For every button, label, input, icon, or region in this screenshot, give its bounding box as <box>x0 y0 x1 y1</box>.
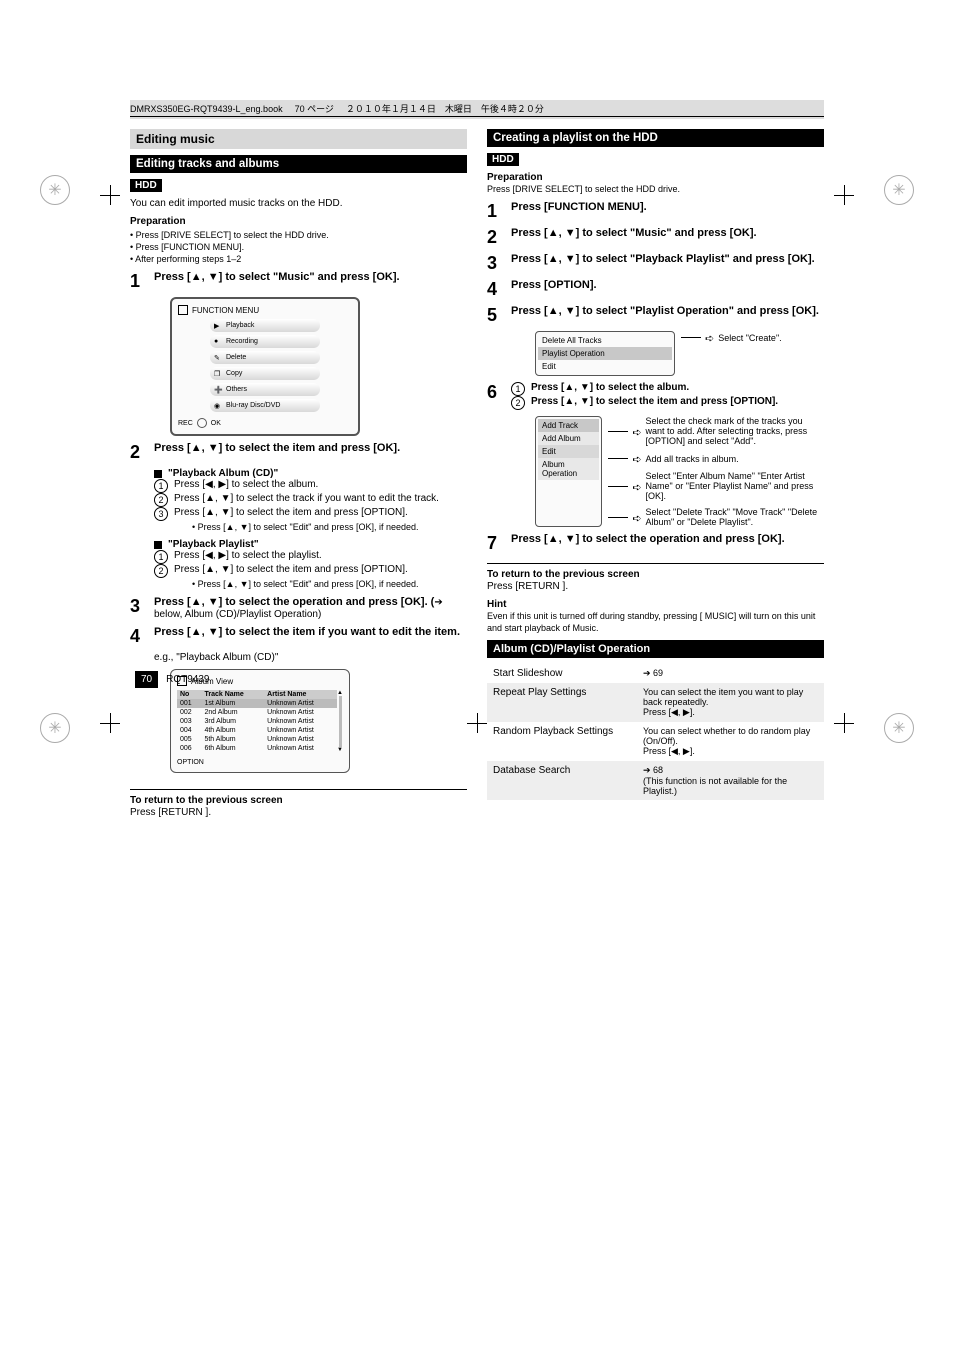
print-reg-bl <box>100 713 120 733</box>
hdd-badge-left: HDD <box>130 179 162 192</box>
print-reg-br <box>834 713 854 733</box>
left-step-3: 3 Press [▲, ▼] to select the operation a… <box>130 596 467 620</box>
print-reg-bc <box>467 713 487 733</box>
right-step-5: 5Press [▲, ▼] to select "Playlist Operat… <box>487 305 824 325</box>
menu-item-others: ➕Others <box>210 383 320 396</box>
album-playlist-operation-table: Album (CD)/Playlist Operation Start Slid… <box>487 640 824 800</box>
print-rosette-br: ✳ <box>884 713 914 743</box>
menu-item-playback: ▶Playback <box>210 319 320 332</box>
circled-1-icon: 1 <box>154 550 168 564</box>
prep-item-2: After performing steps 1–2 <box>135 254 241 264</box>
album-table: NoTrack NameArtist Name 0011st AlbumUnkn… <box>177 690 337 753</box>
left-step-2: 2 Press [▲, ▼] to select the item and pr… <box>130 442 467 462</box>
circled-2-icon: 2 <box>511 396 525 410</box>
circled-2-icon: 2 <box>154 493 168 507</box>
print-rosette-bl: ✳ <box>40 713 70 743</box>
prep-item-0: Press [DRIVE SELECT] to select the HDD d… <box>136 230 329 240</box>
disc-icon: ◉ <box>214 402 222 410</box>
print-rosette-tr: ✳ <box>884 175 914 205</box>
banner-date: ２０１０年１月１４日 木曜日 午後４時２０分 <box>346 104 544 114</box>
footer-ok: OK <box>211 420 221 427</box>
table-row: 0033rd AlbumUnknown Artist <box>177 717 337 726</box>
right-step-4: 4Press [OPTION]. <box>487 279 824 299</box>
page-footer: 70 RQT9439 <box>135 671 209 688</box>
prep-item-1: Press [FUNCTION MENU]. <box>136 242 245 252</box>
intro-left: You can edit imported music tracks on th… <box>130 198 467 209</box>
section-title-left: Editing tracks and albums <box>130 155 467 173</box>
option-menu-screenshot-1: Delete All Tracks Playlist Operation Edi… <box>511 331 824 376</box>
square-bullet-icon <box>154 470 162 478</box>
option-label: OPTION <box>177 759 204 766</box>
eg-label: e.g., "Playback Album (CD)" <box>154 652 467 663</box>
preparation-left: Preparation • Press [DRIVE SELECT] to se… <box>130 215 467 265</box>
menu-title-icon <box>178 305 188 315</box>
circled-2-icon: 2 <box>154 564 168 578</box>
circled-1-icon: 1 <box>154 479 168 493</box>
circled-3-icon: 3 <box>154 507 168 521</box>
table-row: 0022nd AlbumUnknown Artist <box>177 708 337 717</box>
left-column: Editing music Editing tracks and albums … <box>130 129 467 818</box>
table-row: 0066th AlbumUnknown Artist <box>177 744 337 753</box>
right-step-3: 3Press [▲, ▼] to select "Playback Playli… <box>487 253 824 273</box>
option-row-random: Random Playback SettingsYou can select w… <box>487 722 824 761</box>
print-reg-tl <box>100 185 120 205</box>
page-number: 70 <box>135 671 158 688</box>
function-menu-screenshot: FUNCTION MENU ▶Playback ●Recording ✎Dele… <box>170 297 360 436</box>
table-row: 0011st AlbumUnknown Artist <box>177 699 337 708</box>
print-reg-tr <box>834 185 854 205</box>
return-section-right: To return to the previous screen Press [… <box>487 563 824 592</box>
manual-code: RQT9439 <box>166 674 209 685</box>
option-menu-screenshot-2: Add Track Add Album Edit Album Operation… <box>511 416 824 527</box>
menu-item-bd-dvd: ◉Blu-ray Disc/DVD <box>210 399 320 412</box>
hint-block: Hint Even if this unit is turned off dur… <box>487 598 824 634</box>
preparation-heading: Preparation <box>130 216 186 227</box>
table-row: 0055th AlbumUnknown Artist <box>177 735 337 744</box>
file-banner: DMRXS350EG-RQT9439-L_eng.book 70 ページ ２０１… <box>130 100 824 119</box>
copy-icon: ❐ <box>214 370 222 378</box>
right-step-7: 7Press [▲, ▼] to select the operation an… <box>487 533 824 553</box>
hdd-badge-right: HDD <box>487 153 519 166</box>
option-row-slideshow: Start Slideshow➔ 69 <box>487 664 824 683</box>
option-row-db-search: Database Search➔ 68(This function is not… <box>487 761 824 800</box>
option-row-repeat: Repeat Play SettingsYou can select the i… <box>487 683 824 722</box>
delete-icon: ✎ <box>214 354 222 362</box>
others-icon: ➕ <box>214 386 222 394</box>
left-step-4: 4 Press [▲, ▼] to select the item if you… <box>130 626 467 646</box>
return-section-left: To return to the previous screen Press [… <box>130 789 467 818</box>
right-step-2: 2Press [▲, ▼] to select "Music" and pres… <box>487 227 824 247</box>
step-number: 1 <box>130 271 146 291</box>
right-column: Creating a playlist on the HDD HDD Prepa… <box>487 129 824 818</box>
footer-rec-label: REC <box>178 420 193 427</box>
print-rosette-tl: ✳ <box>40 175 70 205</box>
menu-item-recording: ●Recording <box>210 335 320 348</box>
scrollbar: ▲▼ <box>337 690 343 753</box>
playback-album-block: "Playback Album (CD)" 1Press [◀, ▶] to s… <box>154 468 467 533</box>
circled-1-icon: 1 <box>511 382 525 396</box>
right-step-1: 1Press [FUNCTION MENU]. <box>487 201 824 221</box>
screen1-title: FUNCTION MENU <box>192 306 259 315</box>
left-step-1: 1 Press [▲, ▼] to select "Music" and pre… <box>130 271 467 291</box>
right-step-6: 6 1Press [▲, ▼] to select the album. 2Pr… <box>487 382 824 410</box>
menu-item-delete: ✎Delete <box>210 351 320 364</box>
table-row: 0044th AlbumUnknown Artist <box>177 726 337 735</box>
chapter-title: Editing music <box>130 129 467 149</box>
section-title-right: Creating a playlist on the HDD <box>487 129 824 147</box>
rec-icon: ● <box>214 338 222 346</box>
playback-playlist-block: "Playback Playlist" 1Press [◀, ▶] to sel… <box>154 539 467 590</box>
banner-file: DMRXS350EG-RQT9439-L_eng.book <box>130 104 283 114</box>
square-bullet-icon <box>154 541 162 549</box>
rec-circle-icon <box>197 418 207 428</box>
preparation-right: PreparationPress [DRIVE SELECT] to selec… <box>487 172 824 195</box>
play-icon: ▶ <box>214 322 222 330</box>
banner-page: 70 ページ <box>295 104 334 114</box>
menu-item-copy: ❐Copy <box>210 367 320 380</box>
